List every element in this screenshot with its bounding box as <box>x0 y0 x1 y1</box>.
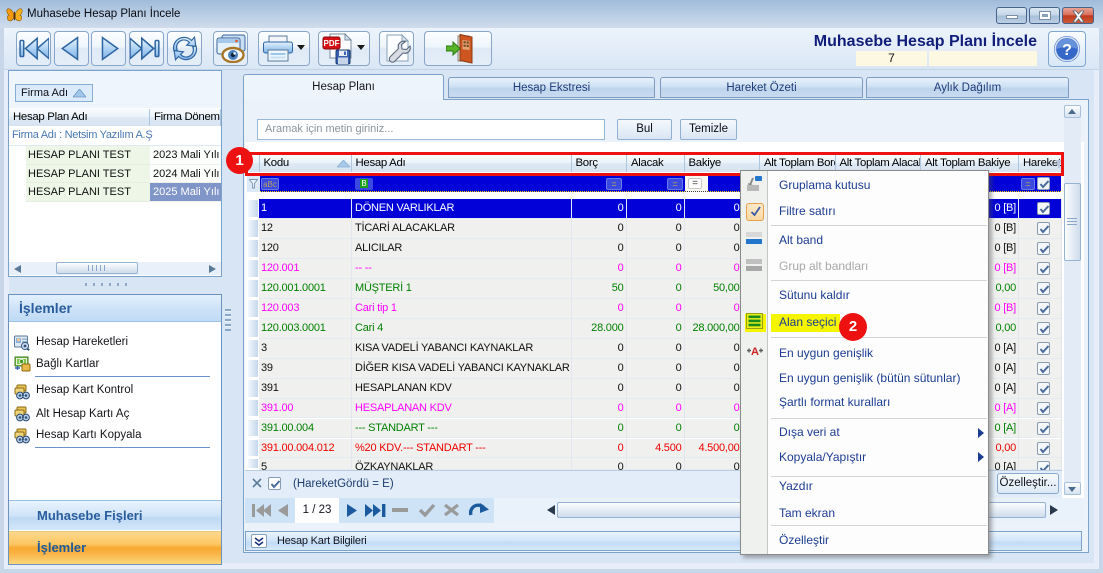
svg-text:?: ? <box>1062 42 1072 59</box>
svg-text:A: A <box>751 346 759 357</box>
svg-text:PDF: PDF <box>324 39 340 48</box>
